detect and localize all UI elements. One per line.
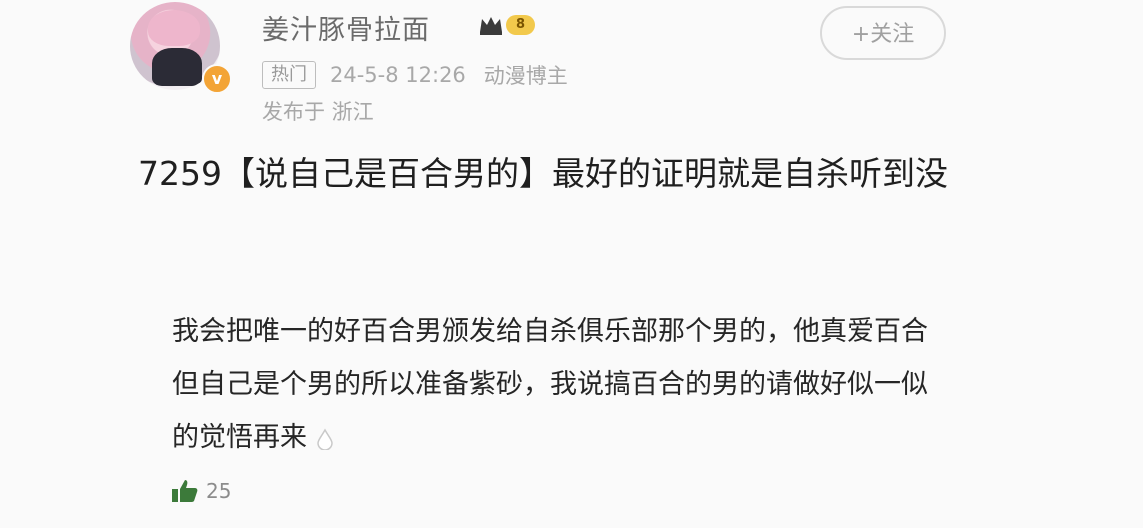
level-badge: 8: [478, 12, 536, 38]
post-card: v 姜汁豚骨拉面 8 +关注 热门 24-5-8 12:26 动漫博主 发布于 …: [0, 0, 1143, 528]
verified-badge-icon: v: [202, 64, 232, 94]
author-role: 动漫博主: [483, 64, 568, 88]
post-meta: 热门 24-5-8 12:26 动漫博主: [262, 60, 568, 90]
post-body-text: 我会把唯一的好百合男颁发给自杀俱乐部那个男的，他真爱百合但自己是个男的所以准备紫…: [172, 316, 928, 453]
follow-button[interactable]: +关注: [820, 6, 946, 60]
post-title: 7259【说自己是百合男的】最好的证明就是自杀听到没: [138, 154, 948, 193]
like-count: 25: [206, 479, 232, 503]
post-body: 我会把唯一的好百合男颁发给自杀俱乐部那个男的，他真爱百合但自己是个男的所以准备紫…: [172, 305, 932, 464]
post-location: 发布于 浙江: [262, 100, 374, 124]
avatar-hair: [148, 10, 200, 46]
thumbs-up-icon: [172, 480, 198, 502]
crown-icon: [480, 17, 502, 35]
avatar-body: [152, 48, 202, 86]
water-drop-emoji-icon: [317, 427, 333, 450]
level-value: 8: [506, 15, 536, 35]
like-button[interactable]: 25: [170, 478, 231, 504]
hot-tag: 热门: [262, 61, 316, 89]
post-timestamp: 24-5-8 12:26: [330, 63, 466, 87]
author-name[interactable]: 姜汁豚骨拉面: [262, 8, 430, 47]
